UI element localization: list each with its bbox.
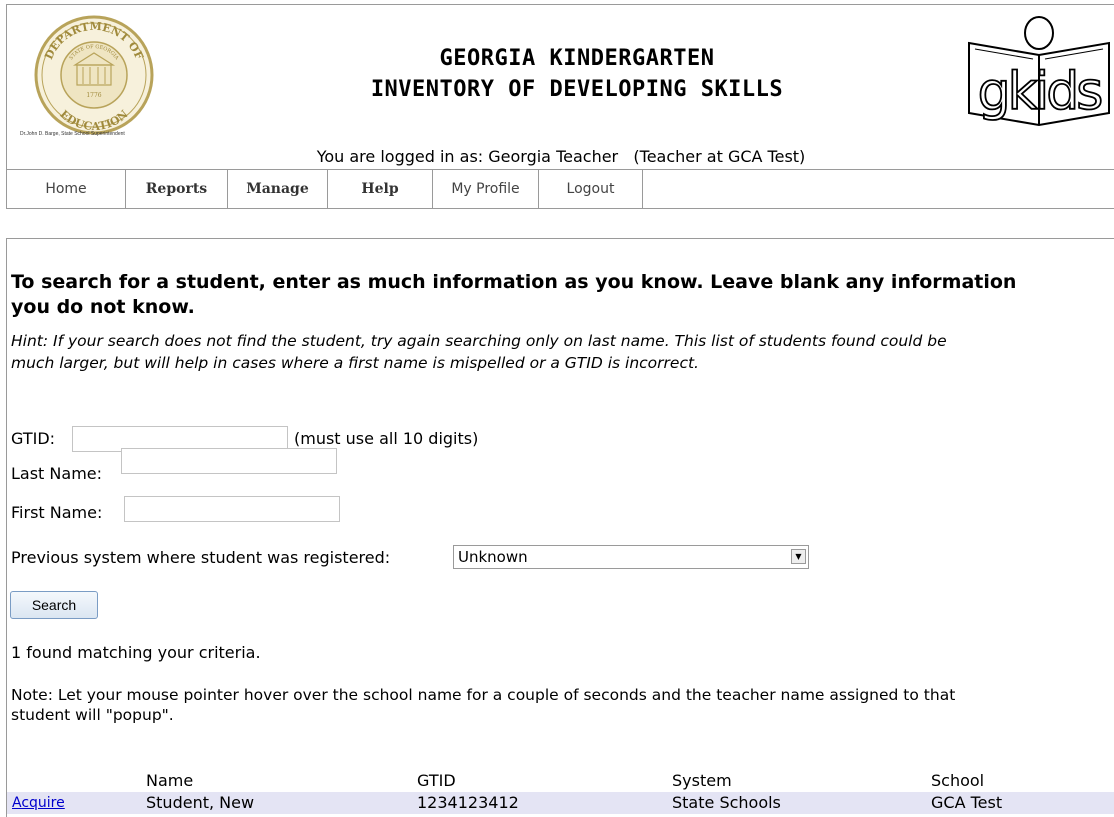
search-button[interactable]: Search xyxy=(10,591,98,619)
main-nav: Home Reports Manage Help My Profile Logo… xyxy=(7,169,1114,209)
column-header-school: School xyxy=(931,771,985,790)
table-row: Acquire Student, New 1234123412 State Sc… xyxy=(7,792,1114,814)
nav-help[interactable]: Help xyxy=(328,170,433,208)
last-name-input[interactable] xyxy=(121,448,337,474)
nav-manage[interactable]: Manage xyxy=(228,170,328,208)
search-hint: Hint: If your search does not find the s… xyxy=(11,330,1114,374)
first-name-label: First Name: xyxy=(11,503,103,522)
student-school-cell[interactable]: GCA Test xyxy=(931,792,1002,814)
student-search-panel: To search for a student, enter as much i… xyxy=(6,238,1114,817)
student-name-cell: Student, New xyxy=(146,793,255,812)
results-count: 1 found matching your criteria. xyxy=(11,643,261,662)
page-header: DEPARTMENT OF EDUCATION STATE OF GEORGIA… xyxy=(6,4,1114,209)
results-note-line-2: student will "popup". xyxy=(11,706,174,724)
column-header-name: Name xyxy=(146,771,194,790)
gtid-label: GTID: xyxy=(11,429,56,448)
gkids-logo: gkids xyxy=(968,16,1110,127)
acquire-link[interactable]: Acquire xyxy=(12,792,65,814)
search-instructions-heading: To search for a student, enter as much i… xyxy=(11,271,1017,318)
search-hint-line-2: much larger, but will help in cases wher… xyxy=(11,354,699,372)
student-gtid-cell: 1234123412 xyxy=(417,793,519,812)
results-table-header: Name GTID System School xyxy=(7,770,1114,792)
nav-home[interactable]: Home xyxy=(7,170,126,208)
svg-text:1776: 1776 xyxy=(86,92,101,99)
search-hint-line-1: Hint: If your search does not find the s… xyxy=(11,332,947,350)
nav-reports[interactable]: Reports xyxy=(126,170,228,208)
last-name-label: Last Name: xyxy=(11,464,103,483)
column-header-system: System xyxy=(672,771,732,790)
student-system-cell: State Schools xyxy=(672,793,781,812)
previous-system-value: Unknown xyxy=(458,548,528,566)
previous-system-select[interactable]: Unknown ▼ xyxy=(453,545,809,569)
nav-my-profile[interactable]: My Profile xyxy=(433,170,539,208)
results-note: Note: Let your mouse pointer hover over … xyxy=(11,685,1114,725)
title-line-1: GEORGIA KINDERGARTEN xyxy=(439,46,715,71)
title-line-2: INVENTORY OF DEVELOPING SKILLS xyxy=(370,77,784,102)
previous-system-label: Previous system where student was regist… xyxy=(11,548,391,567)
logged-in-status: You are logged in as: Georgia Teacher (T… xyxy=(316,147,806,166)
superintendent-caption: Dr.John D. Barge, State School Superinte… xyxy=(20,131,125,137)
column-header-gtid: GTID xyxy=(417,771,456,790)
page-title: GEORGIA KINDERGARTEN INVENTORY OF DEVELO… xyxy=(237,43,917,105)
svg-text:gkids: gkids xyxy=(978,62,1102,122)
department-of-education-seal: DEPARTMENT OF EDUCATION STATE OF GEORGIA… xyxy=(34,15,154,135)
dropdown-arrow-icon[interactable]: ▼ xyxy=(791,549,806,564)
gtid-note: (must use all 10 digits) xyxy=(294,429,479,448)
nav-logout[interactable]: Logout xyxy=(539,170,643,208)
first-name-input[interactable] xyxy=(124,496,340,522)
results-note-line-1: Note: Let your mouse pointer hover over … xyxy=(11,686,956,704)
